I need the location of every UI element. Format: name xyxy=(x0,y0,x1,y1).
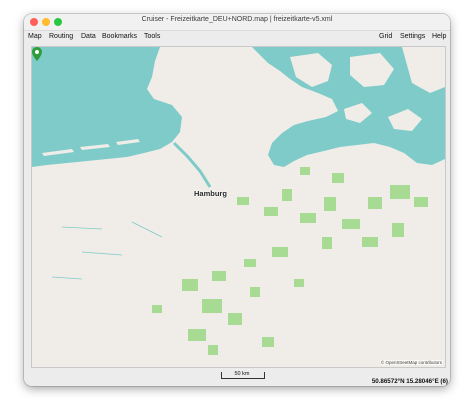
map-canvas[interactable]: Hamburg © OpenStreetMap contributors xyxy=(31,46,446,368)
north-sea-water xyxy=(32,47,182,167)
scale-label: 50 km xyxy=(234,371,250,377)
menu-bar: Map Routing Data Bookmarks Tools Grid Se… xyxy=(24,31,450,44)
title-bar[interactable]: Cruiser - Freizeitkarte_DEU+NORD.map | f… xyxy=(24,14,450,31)
menu-bookmarks[interactable]: Bookmarks xyxy=(102,33,137,40)
menu-data[interactable]: Data xyxy=(81,33,96,40)
map-graphics xyxy=(32,47,445,355)
elbe-river xyxy=(172,141,212,188)
map-pin-icon[interactable] xyxy=(32,47,42,61)
cursor-coordinates: 50.86572°N 15.28046°E (6) xyxy=(371,378,448,385)
status-bar: 50 km 50.86572°N 15.28046°E (6) xyxy=(24,369,450,386)
stream-lines xyxy=(51,221,163,280)
menu-settings[interactable]: Settings xyxy=(400,33,425,40)
city-label-hamburg: Hamburg xyxy=(194,189,227,198)
menu-map[interactable]: Map xyxy=(28,33,42,40)
menu-grid[interactable]: Grid xyxy=(379,33,392,40)
app-window: Cruiser - Freizeitkarte_DEU+NORD.map | f… xyxy=(24,14,450,386)
window-title: Cruiser - Freizeitkarte_DEU+NORD.map | f… xyxy=(141,16,333,23)
menu-routing[interactable]: Routing xyxy=(49,33,73,40)
menu-tools[interactable]: Tools xyxy=(144,33,160,40)
menu-help[interactable]: Help xyxy=(432,33,446,40)
map-attribution: © OpenStreetMap contributors xyxy=(379,360,443,365)
